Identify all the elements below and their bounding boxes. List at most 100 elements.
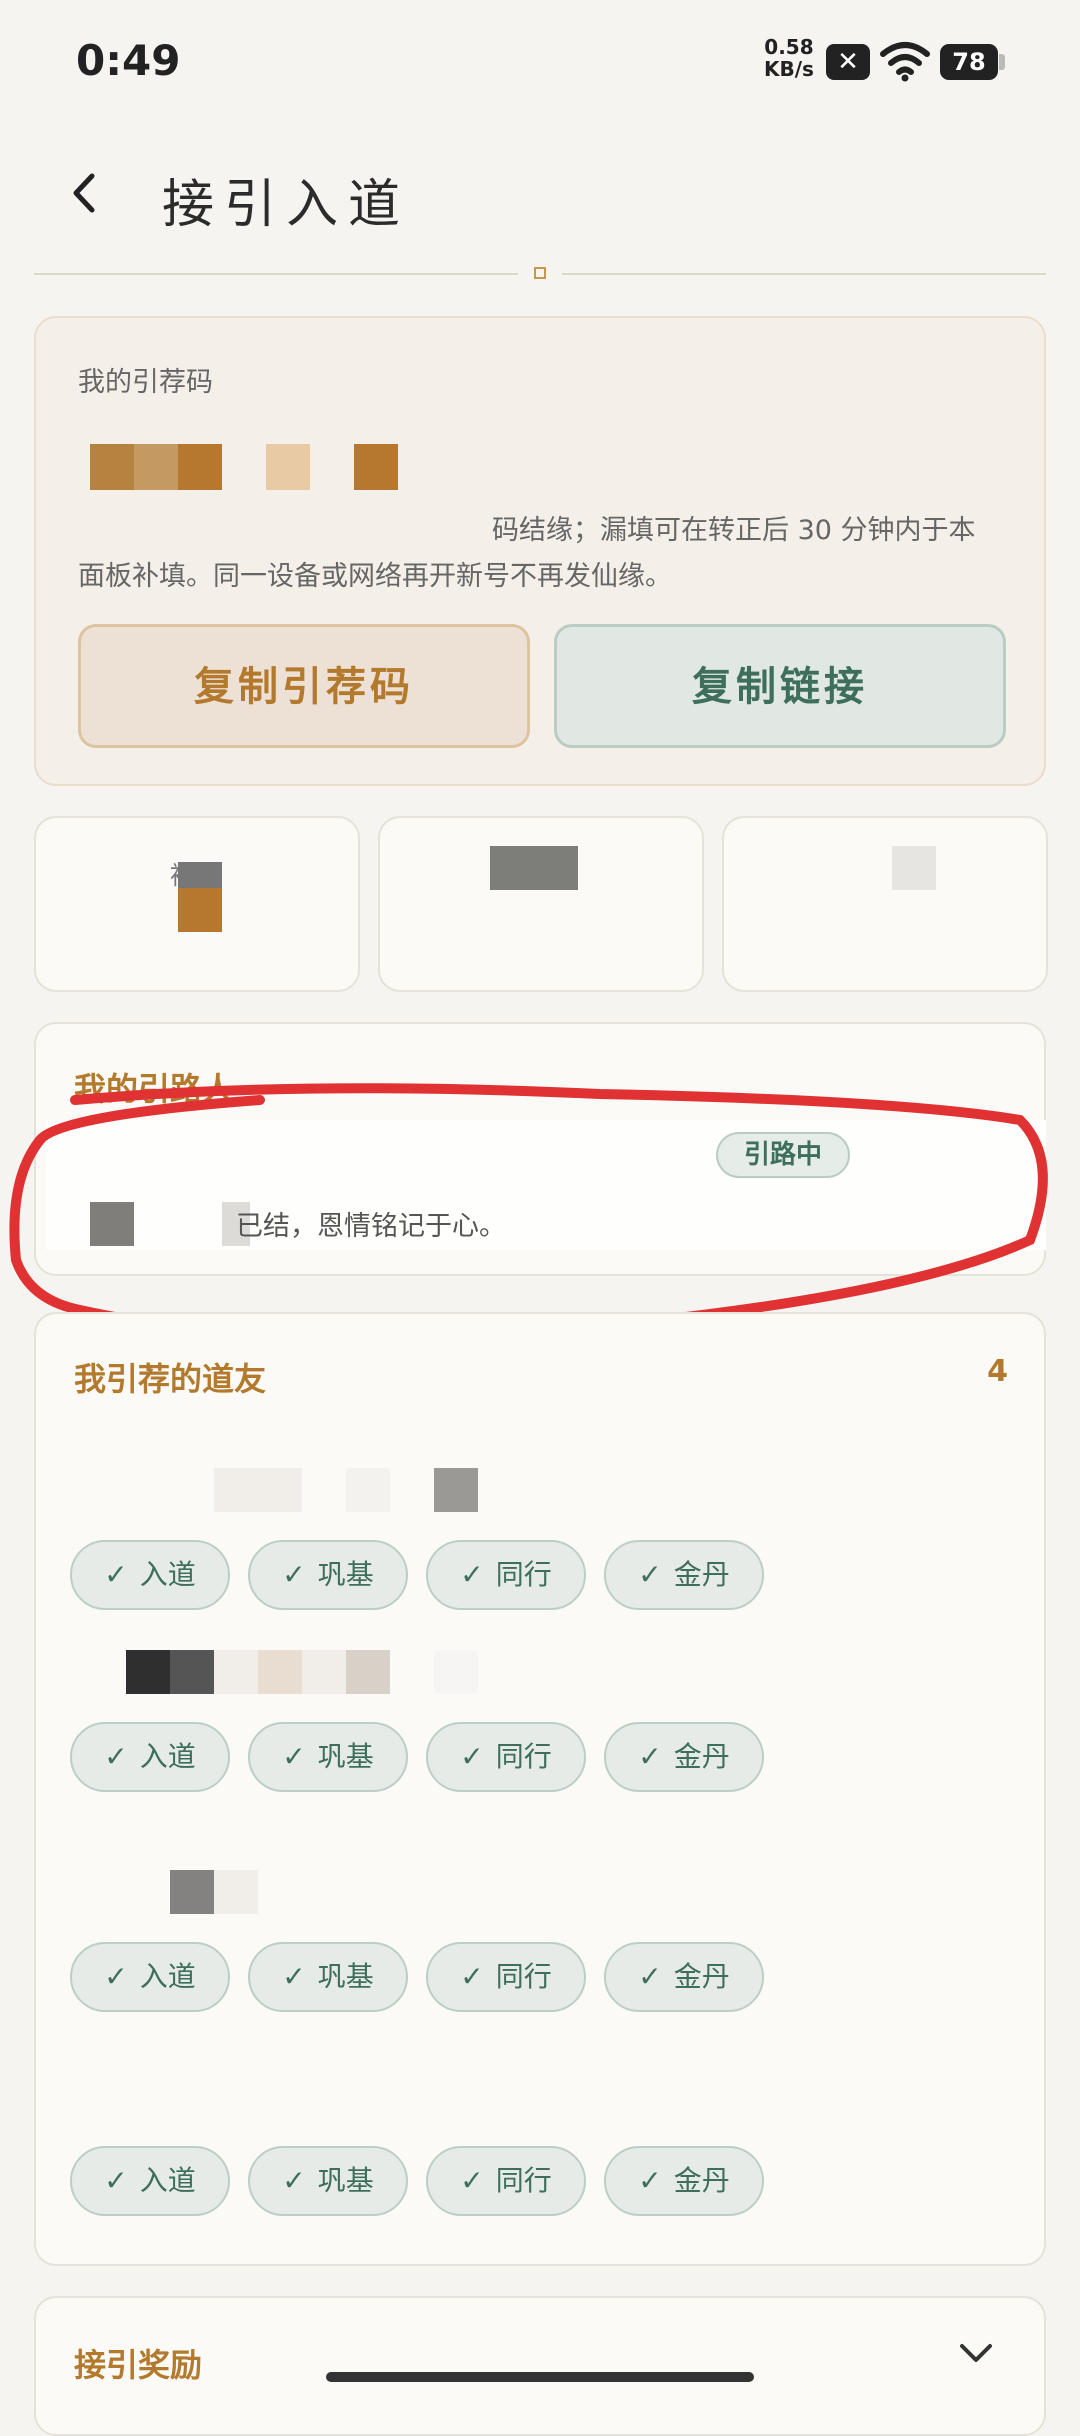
copy-referral-code-button[interactable]: 复制引荐码 xyxy=(78,624,530,748)
home-indicator[interactable] xyxy=(326,2372,754,2382)
check-icon: ✓ xyxy=(104,1960,128,1993)
check-icon: ✓ xyxy=(104,1558,128,1591)
friends-count: 4 xyxy=(987,1354,1008,1389)
check-icon: ✓ xyxy=(638,1960,662,1993)
divider-left xyxy=(34,273,518,275)
check-icon: ✓ xyxy=(460,1960,484,1993)
guide-description: 已结，恩情铭记于心。 xyxy=(236,1211,506,1242)
tag: ✓ 入道 xyxy=(70,1722,230,1792)
divider-ornament xyxy=(534,267,546,279)
check-icon: ✓ xyxy=(282,2164,306,2197)
status-time: 0:49 xyxy=(76,36,181,85)
tag: ✓ 入道 xyxy=(70,2146,230,2216)
friend-tags: ✓ 入道 ✓ 巩基 ✓ 同行 ✓ 金丹 xyxy=(70,1942,764,2012)
friend-name-redacted xyxy=(126,1870,258,1914)
chevron-down-icon[interactable] xyxy=(956,2338,996,2368)
referral-note-line-1: 码结缘；漏填可在转正后 30 分钟内于本 xyxy=(492,515,976,546)
check-icon: ✓ xyxy=(638,1740,662,1773)
tag: ✓ 金丹 xyxy=(604,2146,764,2216)
referral-note-line-2: 面板补填。同一设备或网络再开新号不再发仙缘。 xyxy=(78,561,672,592)
tag-label: 巩基 xyxy=(317,1740,374,1773)
stat-value-redacted-2 xyxy=(178,888,222,932)
divider-right xyxy=(562,273,1046,275)
stat-card-middle xyxy=(378,816,704,992)
tag-label: 金丹 xyxy=(673,1740,730,1773)
tag: ✓ 入道 xyxy=(70,1942,230,2012)
tag-label: 巩基 xyxy=(317,1960,374,1993)
guide-status-badge: 引路中 xyxy=(716,1132,850,1178)
friend-row[interactable]: ✓ 入道 ✓ 巩基 ✓ 同行 ✓ 金丹 xyxy=(70,1650,1010,1830)
tag-label: 入道 xyxy=(139,1740,196,1773)
check-icon: ✓ xyxy=(104,1740,128,1773)
tag: ✓ 巩基 xyxy=(248,1942,408,2012)
tag-label: 同行 xyxy=(495,1740,552,1773)
friend-row[interactable]: ✓ 入道 ✓ 巩基 ✓ 同行 ✓ 金丹 xyxy=(70,1468,1010,1648)
wifi-icon xyxy=(880,42,930,82)
tag: ✓ 金丹 xyxy=(604,1722,764,1792)
check-icon: ✓ xyxy=(282,1740,306,1773)
friend-tags: ✓ 入道 ✓ 巩基 ✓ 同行 ✓ 金丹 xyxy=(70,1540,764,1610)
copy-link-button[interactable]: 复制链接 xyxy=(554,624,1006,748)
battery-level: 78 xyxy=(940,44,998,80)
tag-label: 金丹 xyxy=(673,1960,730,1993)
tag: ✓ 巩基 xyxy=(248,1540,408,1610)
tag: ✓ 巩基 xyxy=(248,1722,408,1792)
tag-label: 入道 xyxy=(139,1960,196,1993)
guide-card: 我的引路人 引路中 已结，恩情铭记于心。 xyxy=(34,1022,1046,1276)
tag-label: 同行 xyxy=(495,1960,552,1993)
friend-tags: ✓ 入道 ✓ 巩基 ✓ 同行 ✓ 金丹 xyxy=(70,1722,764,1792)
tag-label: 入道 xyxy=(139,1558,196,1591)
tag-label: 金丹 xyxy=(673,2164,730,2197)
guide-name-redacted xyxy=(90,1202,134,1246)
reward-card[interactable]: 接引奖励 xyxy=(34,2296,1046,2436)
referral-code-label: 我的引荐码 xyxy=(78,367,213,398)
tag: ✓ 金丹 xyxy=(604,1540,764,1610)
tag: ✓ 同行 xyxy=(426,2146,586,2216)
network-speed-unit: KB/s xyxy=(764,57,814,81)
stat-right-redacted xyxy=(892,846,936,890)
battery-cap xyxy=(999,54,1005,70)
check-icon: ✓ xyxy=(460,1558,484,1591)
tag-label: 同行 xyxy=(495,1558,552,1591)
friend-row[interactable]: ✓ 入道 ✓ 巩基 ✓ 同行 ✓ 金丹 xyxy=(70,2074,1010,2254)
tag-label: 同行 xyxy=(495,2164,552,2197)
network-speed-value: 0.58 xyxy=(764,35,814,59)
check-icon: ✓ xyxy=(104,2164,128,2197)
friends-section-title: 我引荐的道友 xyxy=(74,1360,267,1398)
network-speed: 0.58 KB/s xyxy=(764,36,814,80)
close-notification-icon: ✕ xyxy=(826,44,870,80)
tag: ✓ 入道 xyxy=(70,1540,230,1610)
friend-tags: ✓ 入道 ✓ 巩基 ✓ 同行 ✓ 金丹 xyxy=(70,2146,764,2216)
friend-name-redacted xyxy=(126,2074,170,2118)
tag: ✓ 金丹 xyxy=(604,1942,764,2012)
check-icon: ✓ xyxy=(638,2164,662,2197)
referred-friends-card: 我引荐的道友 4 ✓ 入道 ✓ 巩基 ✓ 同行 ✓ 金丹 ✓ 入道 ✓ 巩基 ✓ 同行 ✓ 金丹 xyxy=(34,1312,1046,2266)
check-icon: ✓ xyxy=(638,1558,662,1591)
referral-code-card: 我的引荐码 码结缘；漏填可在转正后 30 分钟内于本 面板补填。同一设备或网络再… xyxy=(34,316,1046,786)
tag: ✓ 同行 xyxy=(426,1722,586,1792)
stat-value-redacted xyxy=(178,862,222,888)
referral-code-value-redacted xyxy=(90,444,398,490)
check-icon: ✓ xyxy=(282,1558,306,1591)
check-icon: ✓ xyxy=(460,1740,484,1773)
status-bar: 0:49 0.58 KB/s ✕ 78 xyxy=(0,0,1080,120)
tag: ✓ 同行 xyxy=(426,1942,586,2012)
tag-label: 巩基 xyxy=(317,2164,374,2197)
stat-middle-redacted xyxy=(490,846,578,890)
stat-card-invited: 被引 xyxy=(34,816,360,992)
friend-name-redacted xyxy=(126,1650,478,1694)
stat-card-right xyxy=(722,816,1048,992)
tag: ✓ 同行 xyxy=(426,1540,586,1610)
referral-note: 码结缘；漏填可在转正后 30 分钟内于本 面板补填。同一设备或网络再开新号不再发… xyxy=(78,508,1008,600)
tag-label: 金丹 xyxy=(673,1558,730,1591)
friend-name-redacted xyxy=(126,1468,478,1512)
page-title: 接引入道 xyxy=(162,175,411,235)
guide-redacted-area xyxy=(46,1120,1046,1250)
check-icon: ✓ xyxy=(282,1960,306,1993)
friend-row[interactable]: ✓ 入道 ✓ 巩基 ✓ 同行 ✓ 金丹 xyxy=(70,1870,1010,2050)
tag-label: 巩基 xyxy=(317,1558,374,1591)
tag-label: 入道 xyxy=(139,2164,196,2197)
header: 接引入道 xyxy=(0,150,1080,250)
back-arrow-icon[interactable] xyxy=(60,168,110,218)
guide-section-title: 我的引路人 xyxy=(74,1070,235,1108)
